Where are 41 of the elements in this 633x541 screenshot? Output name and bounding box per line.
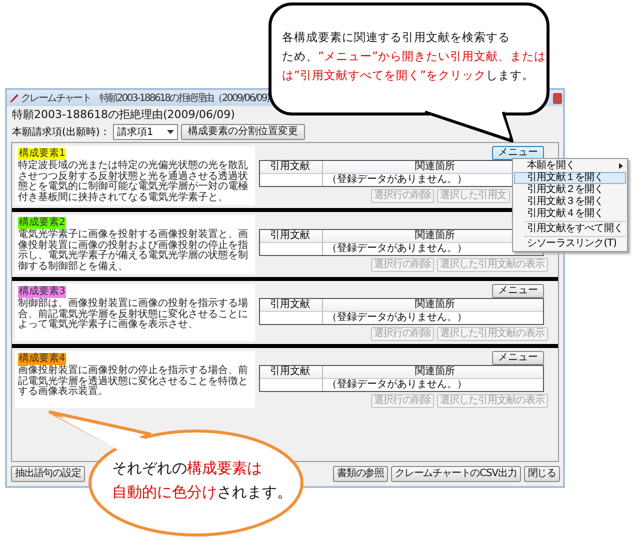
column-header: 関連箇所 xyxy=(415,161,455,172)
menu-button[interactable]: メニュー xyxy=(492,284,544,298)
claim-text: 電気光学素子に画像を投射する画像投射装置と、画像投射装置に画像の投射および画像投射の停止を指示し、電気光学素子が備える電気光学層の状態を制御する制御部とを備え、 xyxy=(18,230,249,272)
column-header: 引用文献 xyxy=(270,299,310,310)
claim-text: 画像投射装置に画像投射の停止を指示する場合、前記電気光学層を透過状態に変化させることを特徴とする画像表示装置。 xyxy=(18,366,249,398)
menu-button[interactable]: メニュー xyxy=(492,351,544,365)
footer-button[interactable]: 書類の参照 xyxy=(333,466,388,482)
footer-button[interactable]: 閉じる xyxy=(524,466,560,482)
menu-item[interactable]: 引用文献２を開く xyxy=(514,184,626,196)
element-label: 構成要素3 xyxy=(18,286,66,298)
claim-label: 本願請求項(出願時)： xyxy=(12,126,110,139)
empty-message: （登録データがありません。） xyxy=(327,379,467,390)
menu-item[interactable]: 本願を開く xyxy=(514,160,626,172)
element-label: 構成要素2 xyxy=(18,217,66,229)
claim-text: 特定波長域の光または特定の光偏光状態の光を散乱させつつ反射する反射状態と光を通過させる透過状態とを電気的に制御可能な電気光学層が一対の電極付き基板間に挟持されてなる電気光学素子と、 xyxy=(18,161,249,203)
menu-button[interactable]: メニュー xyxy=(492,146,544,160)
callout-text: 各構成要素に関連する引用文献を検索する ため、”メニュー”から開きたい引用文献、または は”引用文献すべてを開く”をクリック します。 xyxy=(282,29,546,84)
extraction-settings-button[interactable]: 抽出語句の設定 xyxy=(11,466,85,482)
callout-text: それぞれの構成要素は 自動的に色分けされます。 xyxy=(112,458,292,503)
menu-item[interactable]: 引用文献をすべて開く xyxy=(514,223,626,235)
document-heading: 特願2003-188618の拒絶理由(2009/06/09) xyxy=(11,107,236,123)
footer-button[interactable]: クレームチャートのCSV出力 xyxy=(391,466,521,482)
claim-dropdown[interactable]: 請求項1 xyxy=(112,124,178,140)
empty-message: （登録データがありません。） xyxy=(327,243,467,254)
empty-message: （登録データがありません。） xyxy=(327,174,467,185)
menu-item[interactable]: 引用文献４を開く xyxy=(514,208,626,220)
empty-message: （登録データがありません。） xyxy=(327,312,467,323)
column-header: 関連箇所 xyxy=(415,230,455,241)
split-position-button[interactable]: 構成要素の分割位置変更 xyxy=(181,124,306,140)
menu-item[interactable]: 引用文献１を開く xyxy=(514,172,626,184)
menu-item[interactable]: 引用文献３を開く xyxy=(514,196,626,208)
element-label: 構成要素4 xyxy=(18,353,66,365)
claim-text: 制御部は、画像投射装置に画像の投射を指示する場合、前記電気光学層を反射状態に変化させることによって電気光学素子に画像を表示させ、 xyxy=(18,299,249,330)
column-header: 関連箇所 xyxy=(415,366,455,377)
column-header: 引用文献 xyxy=(270,230,310,241)
menu-item[interactable]: シソーラスリンク(T) xyxy=(514,238,626,250)
window-title: クレームチャート 特願2003-188618の拒絶理由（2009/06/09) xyxy=(21,92,270,105)
element-label: 構成要素1 xyxy=(18,148,66,160)
column-header: 引用文献 xyxy=(270,161,310,172)
column-header: 関連箇所 xyxy=(415,299,455,310)
column-header: 引用文献 xyxy=(270,366,310,377)
